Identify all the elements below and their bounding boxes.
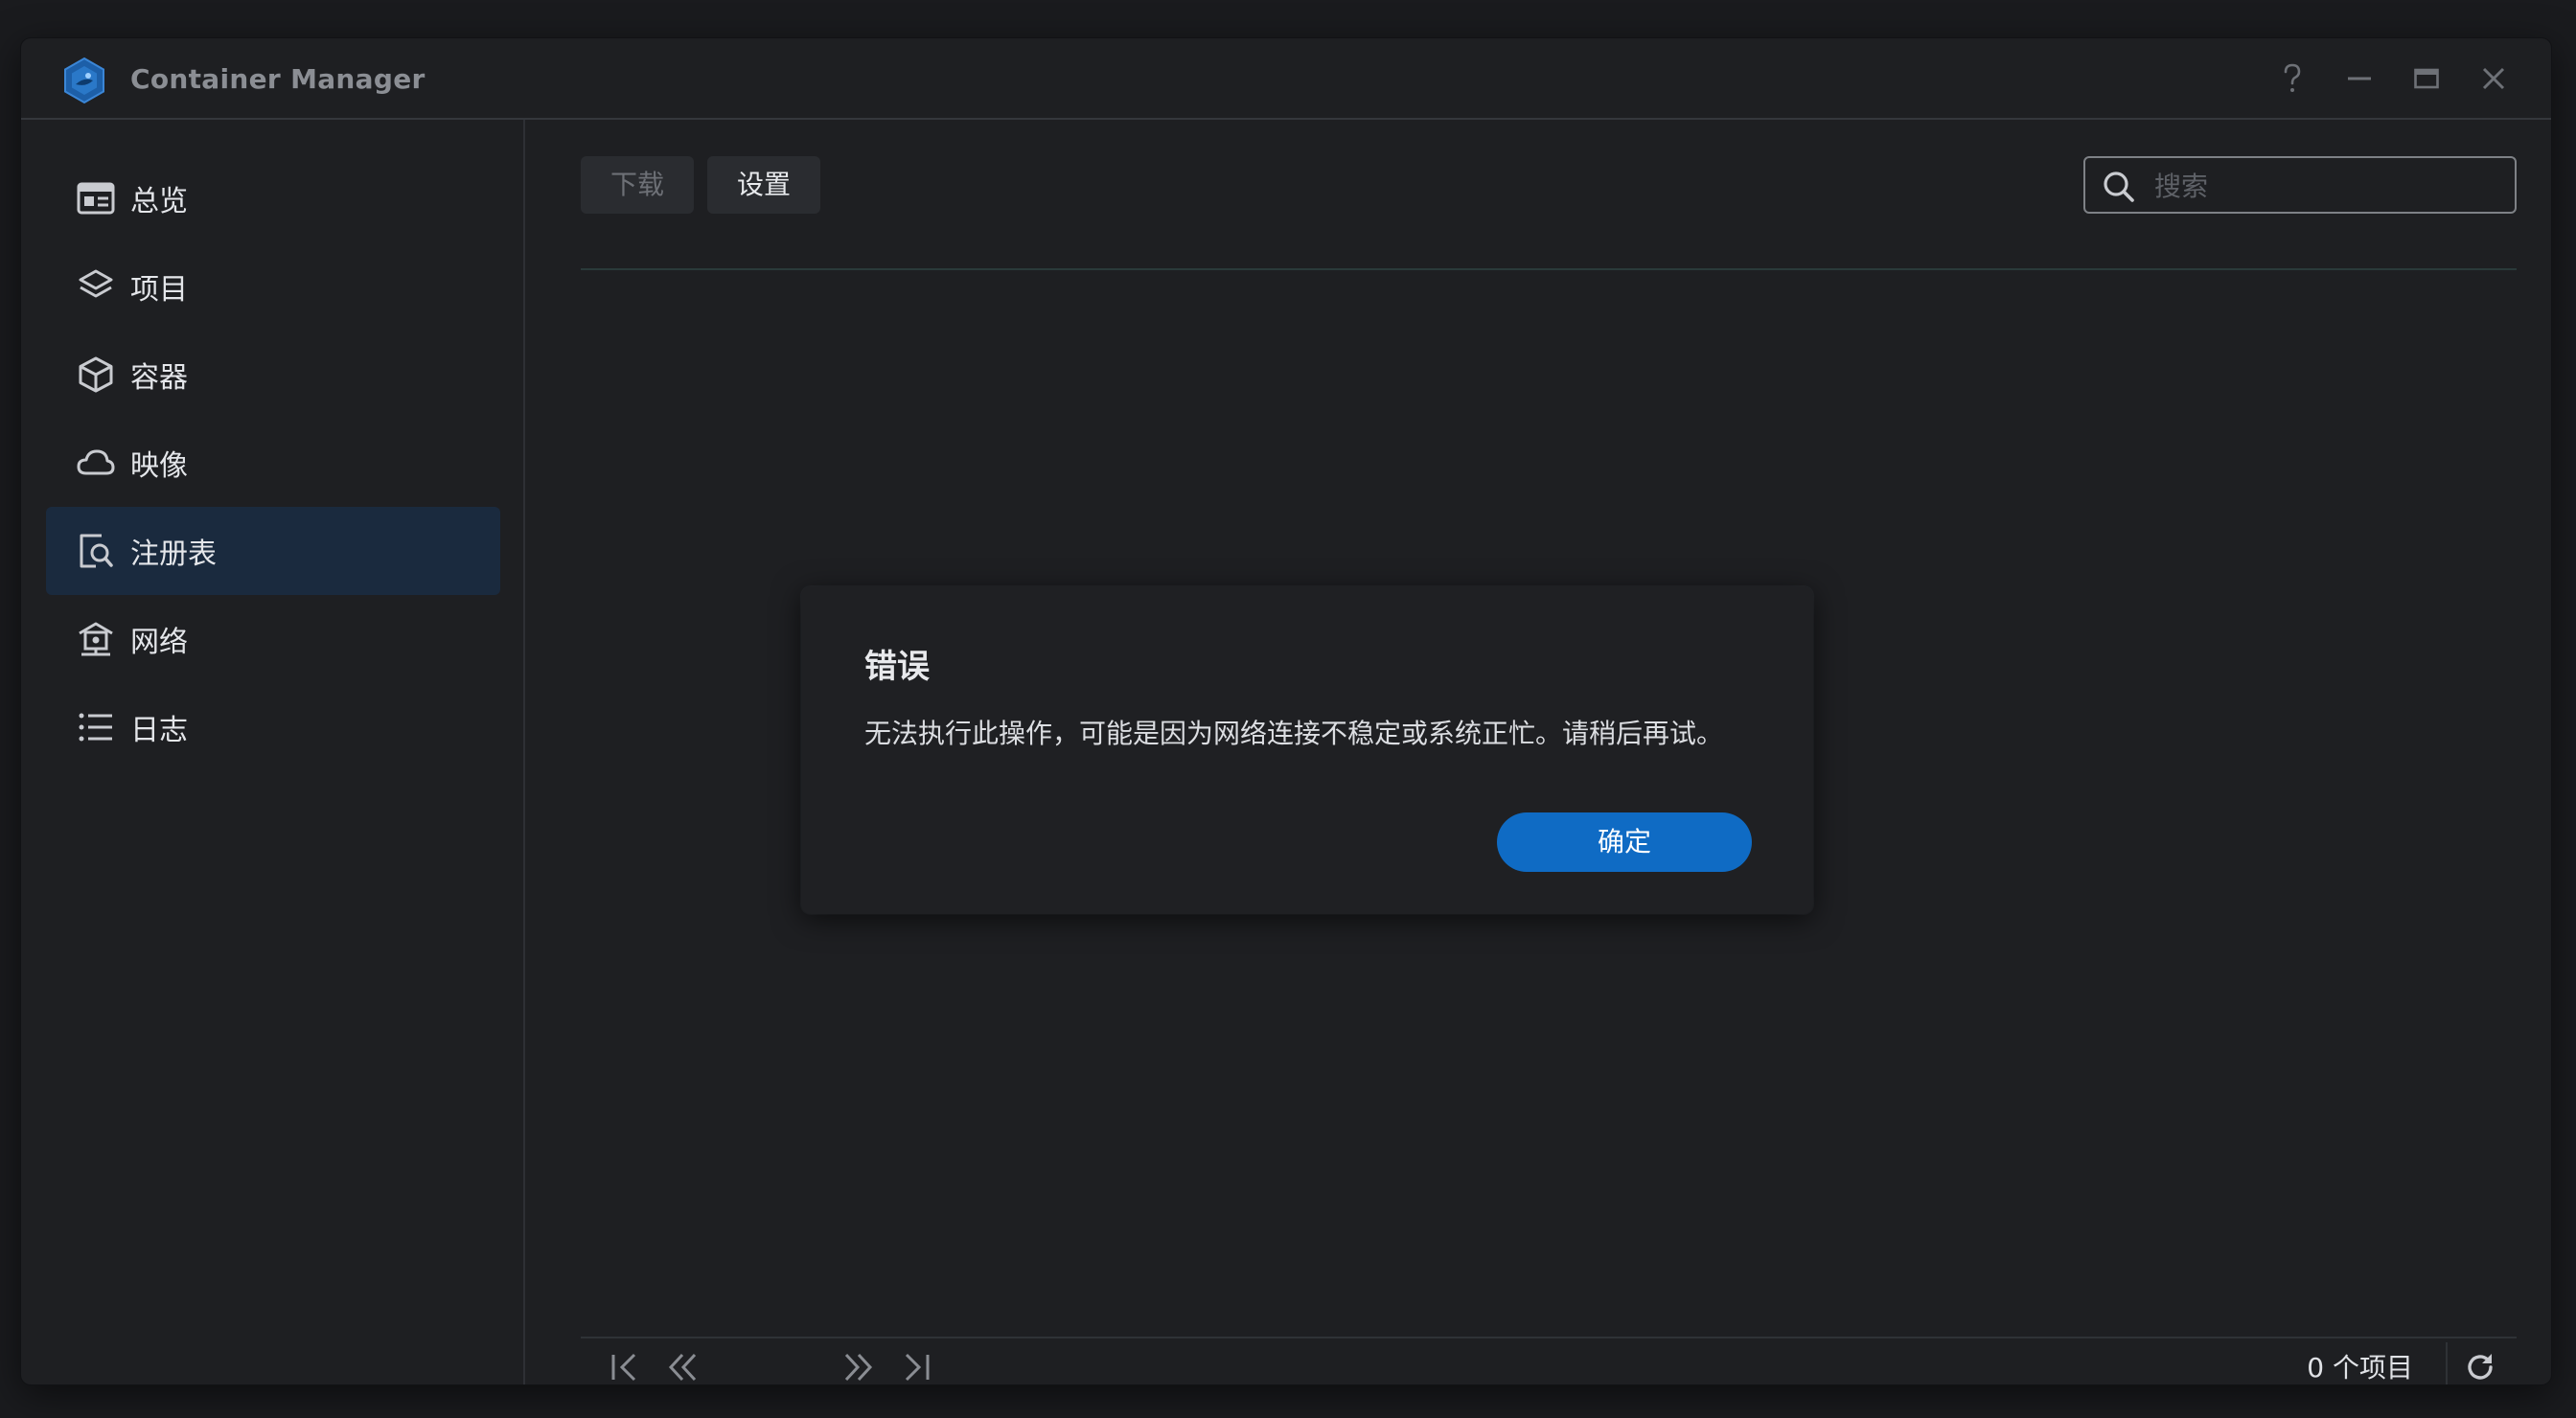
sidebar: 总览 项目 容器 映像 注册表 网络 日志 (21, 120, 525, 1384)
layers-icon (75, 265, 117, 308)
help-icon (2284, 63, 2301, 92)
cloud-icon (75, 442, 117, 484)
sidebar-item-overview[interactable]: 总览 (46, 154, 500, 242)
error-dialog: 错误 无法执行此操作，可能是因为网络连接不稳定或系统正忙。请稍后再试。 确定 (801, 586, 1813, 914)
sidebar-item-label: 日志 (130, 714, 188, 747)
container-manager-logo-icon (64, 57, 104, 104)
sidebar-item-label: 注册表 (130, 537, 217, 571)
next-page-button[interactable] (838, 1348, 880, 1384)
title-bar: Container Manager (21, 38, 2551, 120)
overview-icon (75, 177, 117, 219)
app-title: Container Manager (130, 63, 426, 95)
search-icon (2104, 172, 2134, 202)
app-window: Container Manager 总览 项目 容器 映像 注册表 网络 日志 … (21, 38, 2551, 1384)
dialog-message: 无法执行此操作，可能是因为网络连接不稳定或系统正忙。请稍后再试。 (864, 718, 1724, 749)
last-page-icon (905, 1353, 930, 1382)
sidebar-item-label: 总览 (130, 185, 188, 218)
double-chevron-right-icon (844, 1353, 873, 1382)
download-button[interactable]: 下载 (581, 156, 694, 214)
close-icon (2482, 67, 2505, 90)
first-page-button[interactable] (604, 1348, 646, 1384)
sidebar-item-images[interactable]: 映像 (46, 419, 500, 507)
cube-icon (75, 354, 117, 396)
sidebar-item-network[interactable]: 网络 (46, 595, 500, 683)
sidebar-item-logs[interactable]: 日志 (46, 683, 500, 771)
refresh-icon (2468, 1354, 2493, 1380)
minimize-icon (2348, 77, 2371, 80)
maximize-icon (2414, 68, 2439, 89)
window-controls (2273, 57, 2513, 100)
sidebar-item-label: 容器 (130, 361, 188, 395)
registry-search-icon (75, 530, 117, 572)
list-icon (75, 706, 117, 748)
minimize-button[interactable] (2340, 57, 2379, 100)
ok-button[interactable]: 确定 (1497, 812, 1752, 872)
maximize-button[interactable] (2407, 57, 2446, 100)
sidebar-item-containers[interactable]: 容器 (46, 331, 500, 419)
sidebar-item-projects[interactable]: 项目 (46, 242, 500, 331)
dialog-title: 错误 (864, 648, 930, 686)
item-count: 0 个项目 (2307, 1352, 2413, 1384)
search-box[interactable] (2083, 156, 2517, 214)
help-button[interactable] (2273, 57, 2312, 100)
search-input[interactable] (2152, 164, 2501, 208)
sidebar-item-label: 项目 (130, 273, 188, 307)
settings-button[interactable]: 设置 (707, 156, 820, 214)
double-chevron-left-icon (668, 1353, 697, 1382)
first-page-icon (611, 1353, 636, 1382)
close-button[interactable] (2474, 57, 2513, 100)
pagination-bar: 0 个项目 (581, 1337, 2517, 1384)
refresh-button[interactable] (2461, 1348, 2499, 1384)
sidebar-item-label: 映像 (130, 449, 188, 483)
last-page-button[interactable] (895, 1348, 937, 1384)
previous-page-button[interactable] (661, 1348, 703, 1384)
footer-divider (2446, 1342, 2448, 1384)
toolbar-divider (581, 268, 2517, 270)
network-house-icon (75, 618, 117, 660)
sidebar-item-registry[interactable]: 注册表 (46, 507, 500, 595)
sidebar-item-label: 网络 (130, 626, 188, 659)
